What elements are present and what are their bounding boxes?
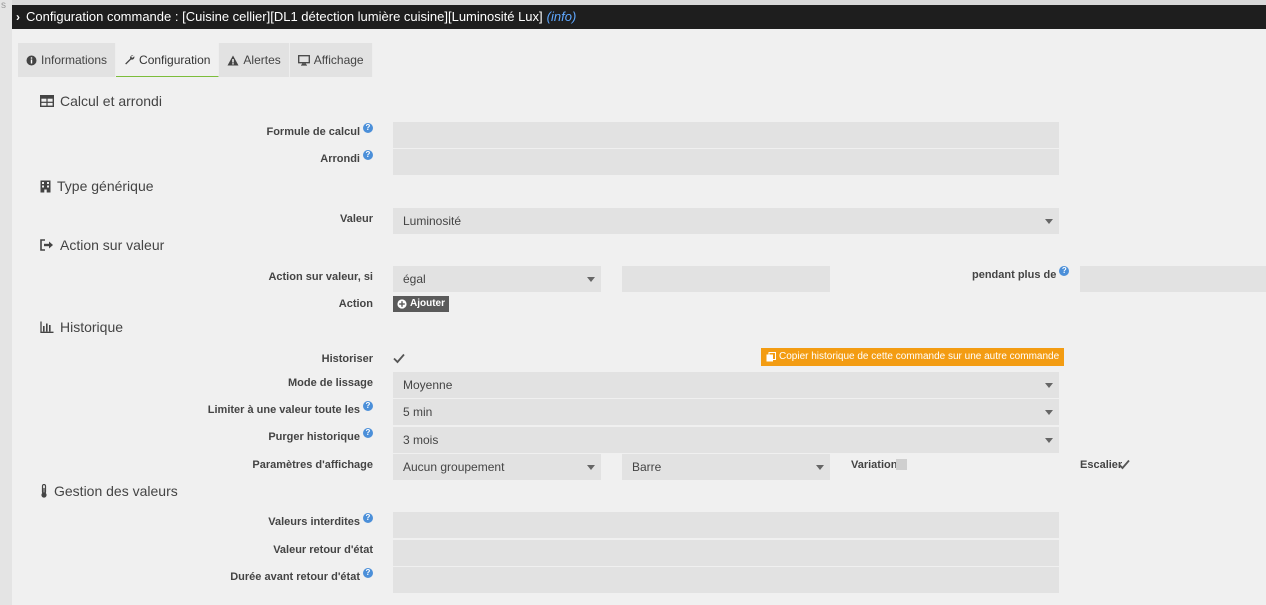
copy-history-button[interactable]: Copier historique de cette commande sur … bbox=[761, 348, 1065, 366]
bar-chart-icon bbox=[40, 321, 54, 333]
table-icon bbox=[40, 95, 54, 107]
lissage-label: Mode de lissage bbox=[288, 377, 373, 389]
section-gestion: Gestion des valeurs bbox=[40, 483, 178, 499]
tab-informations[interactable]: Informations bbox=[18, 43, 117, 77]
limiter-label: Limiter à une valeur toute les? bbox=[208, 401, 373, 416]
interdites-label: Valeurs interdites? bbox=[268, 513, 373, 528]
chart-type-select[interactable]: Barre bbox=[622, 454, 830, 480]
section-action: Action sur valeur bbox=[40, 237, 164, 253]
modal-titlebar: › Configuration commande : [Cuisine celli… bbox=[12, 5, 1266, 29]
modal-title: Configuration commande : [Cuisine cellie… bbox=[26, 9, 543, 24]
tab-label: Informations bbox=[41, 53, 108, 67]
left-strip: s bbox=[0, 0, 12, 605]
section-type: Type générique bbox=[40, 178, 154, 194]
escalier-label: Escalier bbox=[1080, 459, 1123, 471]
warning-icon bbox=[227, 55, 239, 66]
purger-select[interactable]: 3 mois bbox=[393, 427, 1059, 453]
config-modal: › Configuration commande : [Cuisine celli… bbox=[12, 5, 1266, 605]
interdites-input[interactable] bbox=[393, 512, 1059, 538]
valeur-label: Valeur bbox=[339, 213, 373, 225]
tab-configuration[interactable]: Configuration bbox=[116, 43, 220, 77]
help-icon[interactable]: ? bbox=[363, 428, 373, 438]
chevron-right-icon: › bbox=[16, 10, 20, 24]
duree-label: Durée avant retour d'état? bbox=[230, 568, 373, 583]
section-title: Action sur valeur bbox=[60, 237, 165, 253]
plus-circle-icon bbox=[397, 299, 407, 309]
add-label: Ajouter bbox=[410, 298, 445, 309]
historiser-checkbox[interactable] bbox=[393, 353, 405, 365]
variation-label: Variation bbox=[851, 459, 898, 471]
tab-alertes[interactable]: Alertes bbox=[219, 43, 290, 77]
monitor-icon bbox=[297, 54, 310, 66]
section-title: Calcul et arrondi bbox=[60, 93, 162, 109]
tab-bar: Informations Configuration Alertes Affic… bbox=[18, 43, 373, 77]
add-action-button[interactable]: Ajouter bbox=[393, 296, 449, 312]
action-si-label: Action sur valeur, si bbox=[268, 271, 373, 283]
help-icon[interactable]: ? bbox=[363, 513, 373, 523]
section-historique: Historique bbox=[40, 319, 123, 335]
retour-label: Valeur retour d'état bbox=[273, 544, 373, 556]
arrondi-label: Arrondi? bbox=[320, 150, 373, 165]
building-icon bbox=[40, 180, 51, 193]
lissage-select[interactable]: Moyenne bbox=[393, 372, 1059, 398]
duree-input[interactable] bbox=[393, 567, 1059, 593]
help-icon[interactable]: ? bbox=[363, 150, 373, 160]
arrondi-input[interactable] bbox=[393, 149, 1059, 175]
pendant-input[interactable] bbox=[1080, 266, 1266, 292]
operator-select[interactable]: égal bbox=[393, 266, 601, 292]
copy-label: Copier historique de cette commande sur … bbox=[779, 351, 1060, 362]
action-label: Action bbox=[338, 298, 373, 310]
formule-input[interactable] bbox=[393, 122, 1059, 148]
info-circle-icon bbox=[26, 55, 37, 66]
info-link[interactable]: (info) bbox=[547, 9, 577, 24]
thermometer-icon bbox=[40, 484, 48, 498]
escalier-checkbox[interactable] bbox=[1118, 459, 1130, 471]
tab-affichage[interactable]: Affichage bbox=[289, 43, 373, 77]
valeur-select[interactable]: Luminosité bbox=[393, 208, 1059, 234]
help-icon[interactable]: ? bbox=[363, 401, 373, 411]
limiter-select[interactable]: 5 min bbox=[393, 399, 1059, 425]
tab-label: Configuration bbox=[139, 52, 211, 67]
pendant-label: pendant plus de? bbox=[972, 266, 1070, 281]
help-icon[interactable]: ? bbox=[363, 568, 373, 578]
section-title: Historique bbox=[60, 319, 124, 335]
variation-checkbox[interactable] bbox=[896, 459, 907, 470]
section-calcul: Calcul et arrondi bbox=[40, 93, 162, 109]
purger-label: Purger historique? bbox=[268, 428, 373, 443]
historiser-label: Historiser bbox=[321, 353, 373, 365]
tab-label: Alertes bbox=[243, 53, 281, 67]
help-icon[interactable]: ? bbox=[1059, 266, 1070, 276]
left-strip-text: s bbox=[1, 0, 6, 11]
copy-icon bbox=[766, 352, 776, 362]
sign-out-icon bbox=[40, 239, 54, 251]
section-title: Gestion des valeurs bbox=[54, 483, 178, 499]
affichage-params-label: Paramètres d'affichage bbox=[252, 459, 373, 471]
help-icon[interactable]: ? bbox=[363, 123, 373, 133]
formule-label: Formule de calcul? bbox=[266, 123, 373, 138]
section-title: Type générique bbox=[57, 178, 154, 194]
wrench-icon bbox=[124, 54, 135, 65]
tab-label: Affichage bbox=[313, 53, 364, 67]
retour-input[interactable] bbox=[393, 540, 1059, 566]
action-value-input[interactable] bbox=[622, 266, 830, 292]
groupement-select[interactable]: Aucun groupement bbox=[393, 454, 601, 480]
